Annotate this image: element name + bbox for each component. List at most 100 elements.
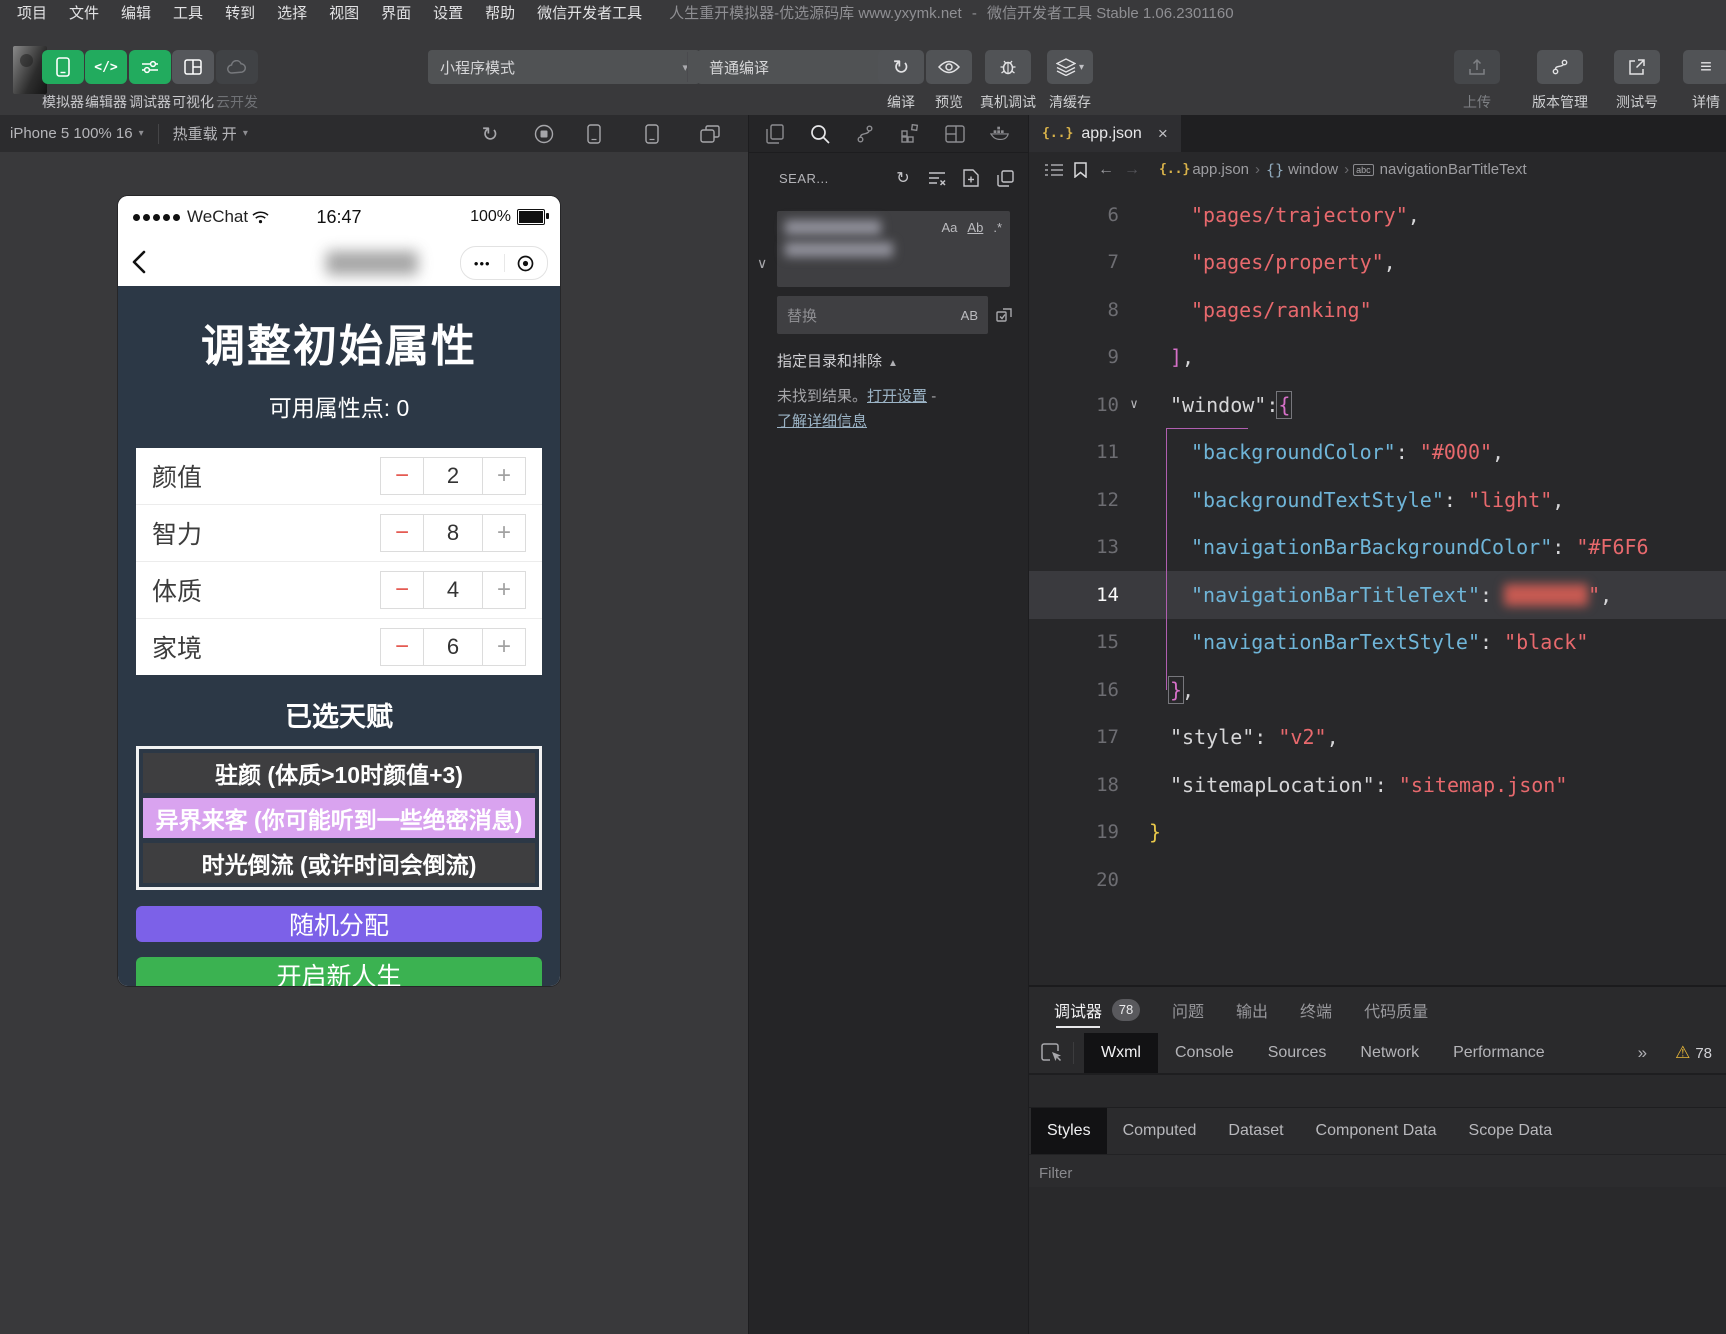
code-line-19[interactable]: 19} — [1029, 809, 1726, 857]
git-branch-icon[interactable] — [855, 124, 875, 144]
minus-button[interactable]: − — [380, 457, 424, 495]
code-line-6[interactable]: 6"pages/trajectory", — [1029, 191, 1726, 239]
clear-cache-button[interactable]: ▾ 清缓存 — [1038, 50, 1102, 112]
new-search-editor-icon[interactable] — [962, 169, 980, 187]
tab-console[interactable]: Console — [1158, 1033, 1251, 1073]
bookmark-icon[interactable] — [1067, 160, 1093, 180]
outline-icon[interactable] — [1041, 160, 1067, 180]
code-line-10[interactable]: 10∨"window":{ — [1029, 381, 1726, 429]
tab-app-json[interactable]: {..} app.json × — [1029, 115, 1181, 152]
plus-button[interactable]: + — [482, 457, 526, 495]
stop-record-icon[interactable] — [532, 122, 556, 146]
details-button[interactable]: ≡ 详情 — [1674, 50, 1726, 112]
code-line-15[interactable]: 15"navigationBarTextStyle": "black" — [1029, 619, 1726, 667]
warnings-counter[interactable]: ⚠ 78 — [1675, 1043, 1712, 1063]
tab-problems[interactable]: 问题 — [1172, 987, 1204, 1033]
tab-output[interactable]: 输出 — [1236, 987, 1268, 1033]
breadcrumb-property[interactable]: navigationBarTitleText — [1380, 161, 1527, 178]
breadcrumb-file[interactable]: app.json — [1192, 161, 1249, 178]
code-line-12[interactable]: 12"backgroundTextStyle": "light", — [1029, 476, 1726, 524]
menu-interface[interactable]: 界面 — [370, 2, 422, 23]
search-icon[interactable] — [810, 124, 830, 144]
code-line-11[interactable]: 11"backgroundColor": "#000", — [1029, 429, 1726, 477]
code-line-20[interactable]: 20 — [1029, 856, 1726, 904]
replace-all-icon[interactable] — [996, 306, 1014, 324]
tab-code-quality[interactable]: 代码质量 — [1364, 987, 1428, 1033]
tab-terminal[interactable]: 终端 — [1300, 987, 1332, 1033]
plus-button[interactable]: + — [482, 571, 526, 609]
match-case-icon[interactable]: Aa — [942, 220, 958, 235]
menu-goto[interactable]: 转到 — [214, 2, 266, 23]
learn-more-link[interactable]: 了解详细信息 — [777, 413, 867, 430]
tab-component-data[interactable]: Component Data — [1300, 1108, 1453, 1154]
minimize-target-button[interactable] — [505, 255, 548, 272]
talent-item-highlighted[interactable]: 异界来客 (你可能听到一些绝密消息) — [143, 798, 535, 838]
plus-button[interactable]: + — [482, 628, 526, 666]
remote-debug-button[interactable]: 真机调试 — [976, 50, 1040, 112]
start-life-button[interactable]: 开启新人生 — [136, 957, 542, 986]
scheme-mode-dropdown[interactable]: 小程序模式 ▾ — [428, 50, 700, 84]
code-editor[interactable]: 6"pages/trajectory",7"pages/property",8"… — [1029, 187, 1726, 985]
breadcrumb-object[interactable]: window — [1288, 161, 1338, 178]
minus-button[interactable]: − — [380, 514, 424, 552]
clear-results-icon[interactable] — [928, 169, 946, 187]
plus-button[interactable]: + — [482, 514, 526, 552]
preview-button[interactable]: 预览 — [917, 50, 981, 112]
close-icon[interactable]: × — [1158, 124, 1168, 144]
code-line-18[interactable]: 18"sitemapLocation": "sitemap.json" — [1029, 761, 1726, 809]
code-line-9[interactable]: 9], — [1029, 334, 1726, 382]
tab-dataset[interactable]: Dataset — [1212, 1108, 1299, 1154]
hot-reload-selector[interactable]: 热重载 开 ▾ — [173, 123, 248, 144]
code-line-16[interactable]: 16}, — [1029, 666, 1726, 714]
tab-computed[interactable]: Computed — [1107, 1108, 1213, 1154]
talent-item[interactable]: 驻颜 (体质>10时颜值+3) — [143, 753, 535, 793]
menu-file[interactable]: 文件 — [58, 2, 110, 23]
menu-project[interactable]: 项目 — [6, 2, 58, 23]
phone-mode-icon[interactable] — [582, 122, 606, 146]
menu-settings[interactable]: 设置 — [422, 2, 474, 23]
code-line-17[interactable]: 17"style": "v2", — [1029, 714, 1726, 762]
talent-item[interactable]: 时光倒流 (或许时间会倒流) — [143, 843, 535, 883]
cloud-dev-button[interactable]: 云开发 — [208, 50, 266, 112]
toggle-replace-chevron-icon[interactable]: ∨ — [757, 255, 767, 272]
tab-network[interactable]: Network — [1343, 1033, 1436, 1073]
docker-icon[interactable] — [990, 124, 1010, 144]
collapse-all-icon[interactable] — [996, 169, 1014, 187]
menu-view[interactable]: 视图 — [318, 2, 370, 23]
inspect-element-icon[interactable] — [1041, 1043, 1063, 1063]
upload-button[interactable]: 上传 — [1445, 50, 1509, 112]
menu-edit[interactable]: 编辑 — [110, 2, 162, 23]
tab-debugger[interactable]: 调试器 — [1054, 987, 1102, 1033]
code-line-7[interactable]: 7"pages/property", — [1029, 239, 1726, 287]
preserve-case-icon[interactable]: AB — [961, 308, 978, 323]
open-settings-link[interactable]: 打开设置 — [867, 388, 927, 405]
refresh-icon[interactable]: ↻ — [478, 122, 502, 146]
back-chevron-icon[interactable] — [132, 250, 146, 274]
menu-tools[interactable]: 工具 — [162, 2, 214, 23]
files-icon[interactable] — [765, 124, 785, 144]
more-menu-button[interactable]: ••• — [461, 256, 504, 271]
menu-help[interactable]: 帮助 — [474, 2, 526, 23]
tab-wxml[interactable]: Wxml — [1084, 1033, 1158, 1073]
random-assign-button[interactable]: 随机分配 — [136, 906, 542, 942]
editor-layout-icon[interactable] — [945, 124, 965, 144]
replace-input[interactable]: 替换 AB — [777, 296, 988, 334]
nav-back-icon[interactable]: ← — [1093, 160, 1119, 180]
tab-scope-data[interactable]: Scope Data — [1453, 1108, 1569, 1154]
tab-styles[interactable]: Styles — [1031, 1108, 1107, 1154]
code-line-13[interactable]: 13"navigationBarBackgroundColor": "#F6F6 — [1029, 524, 1726, 572]
test-account-button[interactable]: 测试号 — [1605, 50, 1669, 112]
menu-select[interactable]: 选择 — [266, 2, 318, 23]
rotate-device-icon[interactable] — [640, 122, 664, 146]
code-line-14[interactable]: 14"navigationBarTitleText": ", — [1029, 571, 1726, 619]
version-control-button[interactable]: 版本管理 — [1524, 50, 1596, 112]
refresh-icon[interactable]: ↻ — [894, 169, 912, 187]
tab-performance[interactable]: Performance — [1436, 1033, 1562, 1073]
minus-button[interactable]: − — [380, 571, 424, 609]
directory-filter-toggle[interactable]: 指定目录和排除▲ — [777, 350, 1028, 371]
search-input[interactable]: Aa Ab .* — [777, 211, 1010, 287]
code-line-8[interactable]: 8"pages/ranking" — [1029, 286, 1726, 334]
fold-chevron-icon[interactable]: ∨ — [1119, 397, 1149, 412]
extensions-icon[interactable] — [900, 124, 920, 144]
more-tabs-icon[interactable]: » — [1638, 1043, 1647, 1063]
